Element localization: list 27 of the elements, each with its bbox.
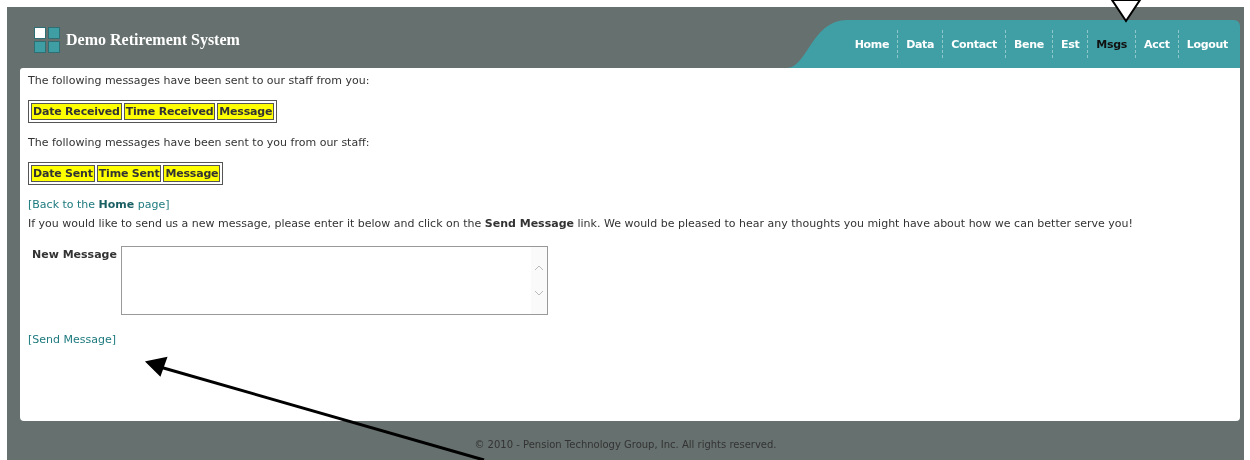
scroll-down-icon[interactable] [533,290,544,297]
nav-link[interactable]: Acct [1136,37,1178,51]
nav-link[interactable]: Contact [943,37,1005,51]
instructions-text: If you would like to send us a new message, please enter it below and click on the Send Message link. We would be pleased to hear any thoughts you might have about how we can better serve you! [28,217,1134,231]
nav-link[interactable]: Data [898,37,943,51]
scroll-up-icon[interactable] [533,264,544,271]
intro-text: The following messages have been sent to our staff from you: [28,74,371,88]
field-label: New Message [32,247,117,263]
send-message-link[interactable]: [Send Message] [28,333,116,346]
column-header: Date Received [31,103,122,120]
column-header: Time Received [123,103,216,120]
annotation-arrow [1110,0,1142,23]
column-header: Date Sent [31,165,95,182]
logo-icon [34,27,60,53]
nav-link[interactable]: Logout [1178,37,1236,51]
nav-link[interactable]: Home [846,37,898,51]
nav-link[interactable]: Bene [1006,37,1052,51]
site-title: Demo Retirement System [66,31,240,49]
column-header: Message [217,103,275,120]
message-field[interactable] [120,246,548,315]
intro-text: The following messages have been sent to you from our staff: [28,136,371,150]
footer-text: © 2010 - Pension Technology Group, Inc. All rights reserved. [473,439,778,450]
nav-link[interactable]: Msgs [1088,37,1136,51]
nav-link[interactable]: Est [1052,37,1088,51]
column-header: Time Sent [96,165,162,182]
column-header: Message [163,165,221,182]
back-home-link[interactable]: [Back to the Home page] [28,198,170,211]
